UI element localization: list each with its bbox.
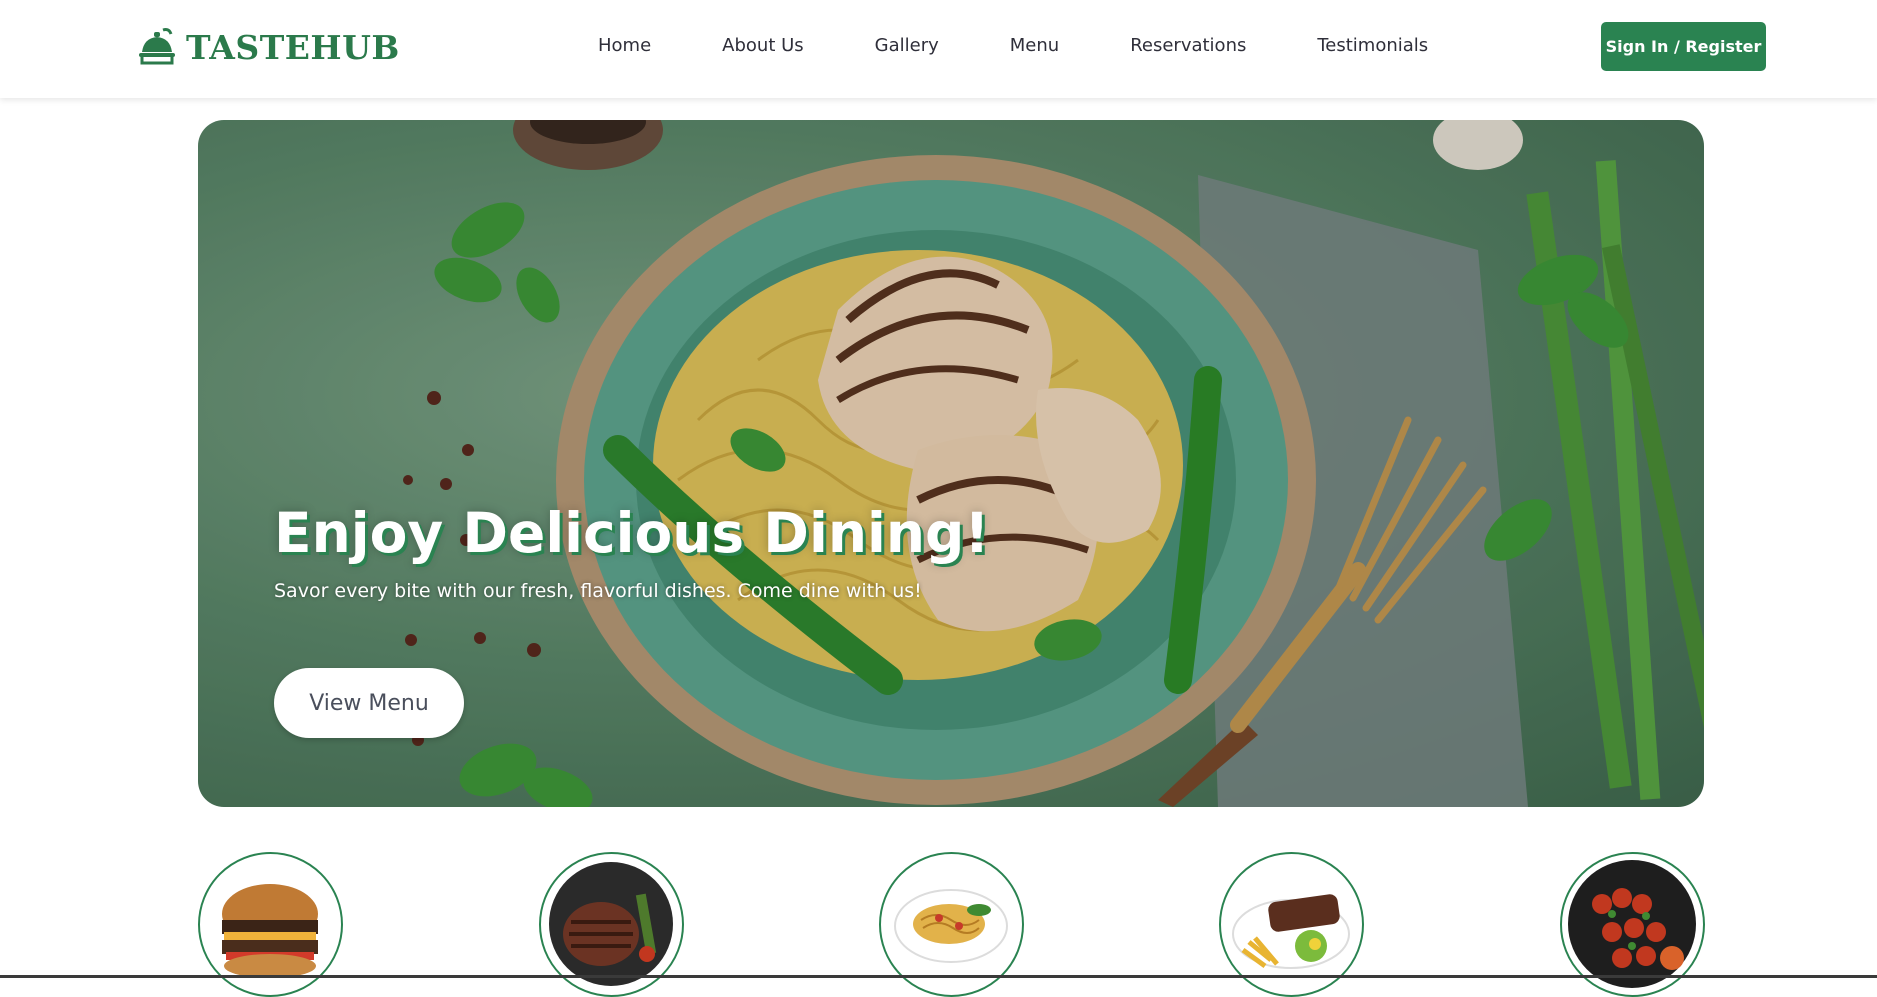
view-menu-button[interactable]: View Menu xyxy=(274,668,464,738)
hero-banner: Enjoy Delicious Dining! Savor every bite… xyxy=(198,120,1704,807)
signin-register-button[interactable]: Sign In / Register xyxy=(1601,22,1766,71)
hero-content: Enjoy Delicious Dining! Savor every bite… xyxy=(274,498,1094,602)
burger-icon xyxy=(222,884,318,978)
nav-home[interactable]: Home xyxy=(598,33,651,59)
nav-about-us[interactable]: About Us xyxy=(722,33,804,59)
plate-cloche-icon xyxy=(139,28,175,65)
brand-logo[interactable]: TASTEHUB xyxy=(136,22,400,72)
steak-fries-icon xyxy=(1232,894,1350,969)
steak-icon xyxy=(549,862,673,986)
nav-gallery[interactable]: Gallery xyxy=(875,33,939,59)
nav-menu[interactable]: Menu xyxy=(1010,33,1059,59)
nav-reservations[interactable]: Reservations xyxy=(1130,33,1246,59)
nav-testimonials[interactable]: Testimonials xyxy=(1317,33,1428,59)
main-nav: Home About Us Gallery Menu Reservations … xyxy=(598,33,1428,59)
hero-subtitle: Savor every bite with our fresh, flavorf… xyxy=(274,580,922,602)
hero-title: Enjoy Delicious Dining! xyxy=(274,501,990,565)
pasta-icon xyxy=(894,889,1008,963)
brand-name: TASTEHUB xyxy=(186,27,400,67)
featured-dishes xyxy=(0,852,1877,997)
navbar: TASTEHUB Home About Us Gallery Menu Rese… xyxy=(0,0,1877,98)
kebab-icon xyxy=(1568,860,1696,988)
